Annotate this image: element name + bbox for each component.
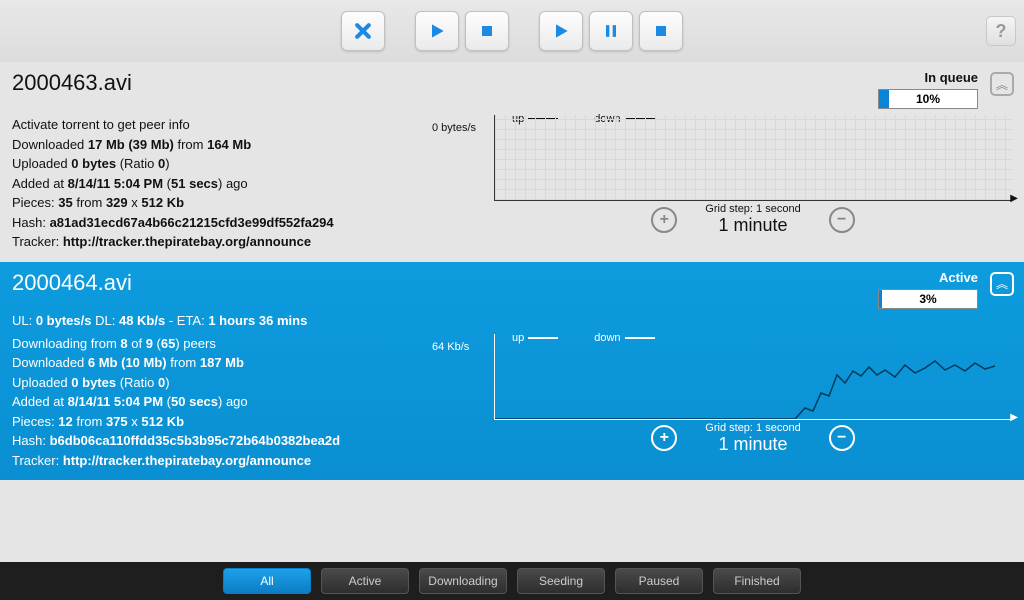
- filter-seeding[interactable]: Seeding: [517, 568, 605, 594]
- filter-finished[interactable]: Finished: [713, 568, 801, 594]
- filter-all[interactable]: All: [223, 568, 311, 594]
- rate-axis-label: 0 bytes/s: [432, 122, 476, 134]
- zoom-in-button[interactable]: +: [651, 425, 677, 451]
- torrent-info: Activate torrent to get peer info Downlo…: [12, 115, 412, 252]
- rate-axis-label: 64 Kb/s: [432, 341, 469, 353]
- collapse-button[interactable]: ︽: [990, 272, 1014, 296]
- torrent-filename: 2000464.avi: [12, 270, 132, 296]
- progress-text: 10%: [916, 92, 940, 106]
- progress-bar: 10%: [878, 89, 978, 109]
- graph-time-display: Grid step: 1 second 1 minute: [705, 422, 800, 455]
- main-toolbar: ?: [0, 0, 1024, 62]
- torrent-info: Downloading from 8 of 9 (65) peers Downl…: [12, 334, 412, 471]
- progress-bar: 3%: [878, 289, 978, 309]
- torrent-row[interactable]: ︽ 2000464.avi Active 3% UL: 0 bytes/s DL…: [0, 262, 1024, 481]
- rate-graph: up down 0 bytes/s ▶ + Grid step: 1 secon…: [432, 115, 1012, 252]
- zoom-out-button[interactable]: −: [829, 207, 855, 233]
- download-sparkline: [495, 333, 995, 419]
- rate-graph: up down 64 Kb/s ▶ + Grid step: 1 second …: [432, 334, 1012, 471]
- pause-all-button[interactable]: [589, 11, 633, 51]
- rate-line: UL: 0 bytes/s DL: 48 Kb/s - ETA: 1 hours…: [12, 313, 1012, 328]
- zoom-in-button[interactable]: +: [651, 207, 677, 233]
- collapse-button[interactable]: ︽: [990, 72, 1014, 96]
- help-button[interactable]: ?: [986, 16, 1016, 46]
- remove-button[interactable]: [341, 11, 385, 51]
- torrent-row[interactable]: ︽ 2000463.avi In queue 10% Activate torr…: [0, 62, 1024, 262]
- stop-button[interactable]: [465, 11, 509, 51]
- zoom-out-button[interactable]: −: [829, 425, 855, 451]
- filter-bar: All Active Downloading Seeding Paused Fi…: [0, 562, 1024, 600]
- filter-downloading[interactable]: Downloading: [419, 568, 507, 594]
- status-label: Active: [878, 270, 978, 285]
- progress-text: 3%: [919, 292, 936, 306]
- play-all-button[interactable]: [539, 11, 583, 51]
- peer-info-line: Activate torrent to get peer info: [12, 115, 412, 135]
- stop-all-button[interactable]: [639, 11, 683, 51]
- status-label: In queue: [878, 70, 978, 85]
- torrent-filename: 2000463.avi: [12, 70, 132, 96]
- filter-paused[interactable]: Paused: [615, 568, 703, 594]
- filter-active[interactable]: Active: [321, 568, 409, 594]
- graph-time-display: Grid step: 1 second 1 minute: [705, 203, 800, 236]
- play-button[interactable]: [415, 11, 459, 51]
